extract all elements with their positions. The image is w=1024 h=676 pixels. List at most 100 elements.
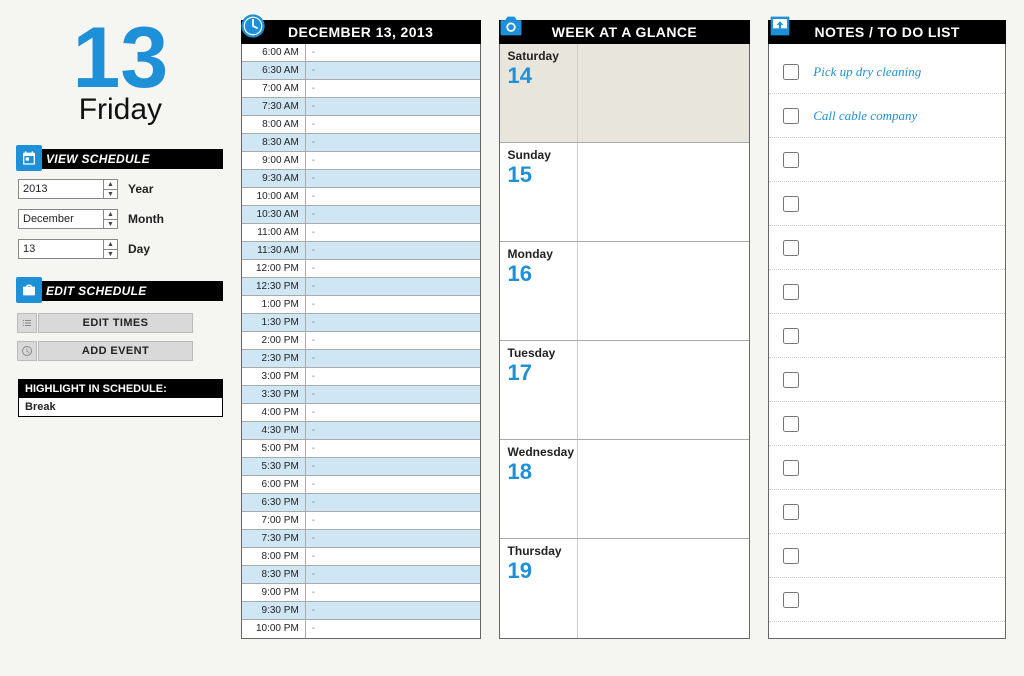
schedule-row[interactable]: 11:00 AM- bbox=[242, 224, 480, 242]
schedule-detail[interactable]: - bbox=[306, 314, 480, 331]
schedule-detail[interactable]: - bbox=[306, 530, 480, 547]
schedule-detail[interactable]: - bbox=[306, 368, 480, 385]
schedule-detail[interactable]: - bbox=[306, 62, 480, 79]
month-spinner[interactable]: December ▲▼ bbox=[18, 209, 118, 229]
schedule-row[interactable]: 7:30 AM- bbox=[242, 98, 480, 116]
week-day[interactable]: Tuesday17 bbox=[500, 341, 750, 440]
schedule-row[interactable]: 9:00 PM- bbox=[242, 584, 480, 602]
schedule-detail[interactable]: - bbox=[306, 152, 480, 169]
schedule-detail[interactable]: - bbox=[306, 584, 480, 601]
week-day[interactable]: Saturday14 bbox=[500, 44, 750, 143]
note-text[interactable]: Pick up dry cleaning bbox=[813, 64, 921, 80]
schedule-detail[interactable]: - bbox=[306, 278, 480, 295]
note-checkbox[interactable] bbox=[783, 372, 799, 388]
schedule-row[interactable]: 5:00 PM- bbox=[242, 440, 480, 458]
schedule-row[interactable]: 7:00 PM- bbox=[242, 512, 480, 530]
schedule-row[interactable]: 10:00 AM- bbox=[242, 188, 480, 206]
schedule-detail[interactable]: - bbox=[306, 548, 480, 565]
schedule-row[interactable]: 4:30 PM- bbox=[242, 422, 480, 440]
schedule-row[interactable]: 8:30 AM- bbox=[242, 134, 480, 152]
note-checkbox[interactable] bbox=[783, 108, 799, 124]
schedule-row[interactable]: 2:30 PM- bbox=[242, 350, 480, 368]
week-day[interactable]: Wednesday18 bbox=[500, 440, 750, 539]
schedule-row[interactable]: 2:00 PM- bbox=[242, 332, 480, 350]
schedule-row[interactable]: 3:30 PM- bbox=[242, 386, 480, 404]
schedule-row[interactable]: 7:30 PM- bbox=[242, 530, 480, 548]
highlight-value[interactable]: Break bbox=[19, 398, 222, 416]
schedule-detail[interactable]: - bbox=[306, 620, 480, 638]
schedule-row[interactable]: 9:30 AM- bbox=[242, 170, 480, 188]
year-spinner[interactable]: 2013 ▲▼ bbox=[18, 179, 118, 199]
week-day-content[interactable] bbox=[578, 44, 750, 142]
schedule-row[interactable]: 5:30 PM- bbox=[242, 458, 480, 476]
schedule-detail[interactable]: - bbox=[306, 440, 480, 457]
schedule-detail[interactable]: - bbox=[306, 350, 480, 367]
day-spinner[interactable]: 13 ▲▼ bbox=[18, 239, 118, 259]
add-event-button[interactable]: ADD EVENT bbox=[38, 341, 193, 361]
schedule-row[interactable]: 1:00 PM- bbox=[242, 296, 480, 314]
schedule-detail[interactable]: - bbox=[306, 512, 480, 529]
schedule-detail[interactable]: - bbox=[306, 494, 480, 511]
schedule-row[interactable]: 10:00 PM- bbox=[242, 620, 480, 638]
schedule-row[interactable]: 9:30 PM- bbox=[242, 602, 480, 620]
year-arrows[interactable]: ▲▼ bbox=[103, 180, 117, 198]
week-day-content[interactable] bbox=[578, 539, 750, 638]
week-day[interactable]: Monday16 bbox=[500, 242, 750, 341]
note-checkbox[interactable] bbox=[783, 152, 799, 168]
note-checkbox[interactable] bbox=[783, 240, 799, 256]
note-checkbox[interactable] bbox=[783, 284, 799, 300]
week-day-content[interactable] bbox=[578, 440, 750, 538]
schedule-row[interactable]: 8:30 PM- bbox=[242, 566, 480, 584]
schedule-row[interactable]: 4:00 PM- bbox=[242, 404, 480, 422]
schedule-detail[interactable]: - bbox=[306, 296, 480, 313]
schedule-detail[interactable]: - bbox=[306, 98, 480, 115]
edit-times-button[interactable]: EDIT TIMES bbox=[38, 313, 193, 333]
note-checkbox[interactable] bbox=[783, 592, 799, 608]
schedule-detail[interactable]: - bbox=[306, 170, 480, 187]
note-checkbox[interactable] bbox=[783, 196, 799, 212]
schedule-row[interactable]: 3:00 PM- bbox=[242, 368, 480, 386]
schedule-detail[interactable]: - bbox=[306, 422, 480, 439]
schedule-detail[interactable]: - bbox=[306, 404, 480, 421]
schedule-detail[interactable]: - bbox=[306, 260, 480, 277]
schedule-detail[interactable]: - bbox=[306, 458, 480, 475]
week-day-content[interactable] bbox=[578, 242, 750, 340]
note-checkbox[interactable] bbox=[783, 548, 799, 564]
schedule-row[interactable]: 11:30 AM- bbox=[242, 242, 480, 260]
week-day[interactable]: Thursday19 bbox=[500, 539, 750, 638]
schedule-row[interactable]: 6:00 PM- bbox=[242, 476, 480, 494]
schedule-row[interactable]: 1:30 PM- bbox=[242, 314, 480, 332]
schedule-row[interactable]: 8:00 AM- bbox=[242, 116, 480, 134]
note-checkbox[interactable] bbox=[783, 460, 799, 476]
schedule-detail[interactable]: - bbox=[306, 602, 480, 619]
note-text[interactable]: Call cable company bbox=[813, 108, 917, 124]
schedule-row[interactable]: 8:00 PM- bbox=[242, 548, 480, 566]
week-day-content[interactable] bbox=[578, 341, 750, 439]
schedule-detail[interactable]: - bbox=[306, 386, 480, 403]
schedule-row[interactable]: 6:30 PM- bbox=[242, 494, 480, 512]
week-day[interactable]: Sunday15 bbox=[500, 143, 750, 242]
schedule-detail[interactable]: - bbox=[306, 566, 480, 583]
note-checkbox[interactable] bbox=[783, 416, 799, 432]
month-arrows[interactable]: ▲▼ bbox=[103, 210, 117, 228]
schedule-row[interactable]: 9:00 AM- bbox=[242, 152, 480, 170]
schedule-row[interactable]: 6:30 AM- bbox=[242, 62, 480, 80]
schedule-detail[interactable]: - bbox=[306, 242, 480, 259]
schedule-detail[interactable]: - bbox=[306, 224, 480, 241]
schedule-detail[interactable]: - bbox=[306, 44, 480, 61]
note-checkbox[interactable] bbox=[783, 328, 799, 344]
schedule-detail[interactable]: - bbox=[306, 476, 480, 493]
schedule-detail[interactable]: - bbox=[306, 188, 480, 205]
schedule-detail[interactable]: - bbox=[306, 134, 480, 151]
note-checkbox[interactable] bbox=[783, 504, 799, 520]
schedule-detail[interactable]: - bbox=[306, 80, 480, 97]
schedule-row[interactable]: 10:30 AM- bbox=[242, 206, 480, 224]
schedule-row[interactable]: 6:00 AM- bbox=[242, 44, 480, 62]
schedule-row[interactable]: 7:00 AM- bbox=[242, 80, 480, 98]
schedule-detail[interactable]: - bbox=[306, 332, 480, 349]
day-arrows[interactable]: ▲▼ bbox=[103, 240, 117, 258]
schedule-detail[interactable]: - bbox=[306, 206, 480, 223]
schedule-detail[interactable]: - bbox=[306, 116, 480, 133]
week-day-content[interactable] bbox=[578, 143, 750, 241]
schedule-row[interactable]: 12:00 PM- bbox=[242, 260, 480, 278]
